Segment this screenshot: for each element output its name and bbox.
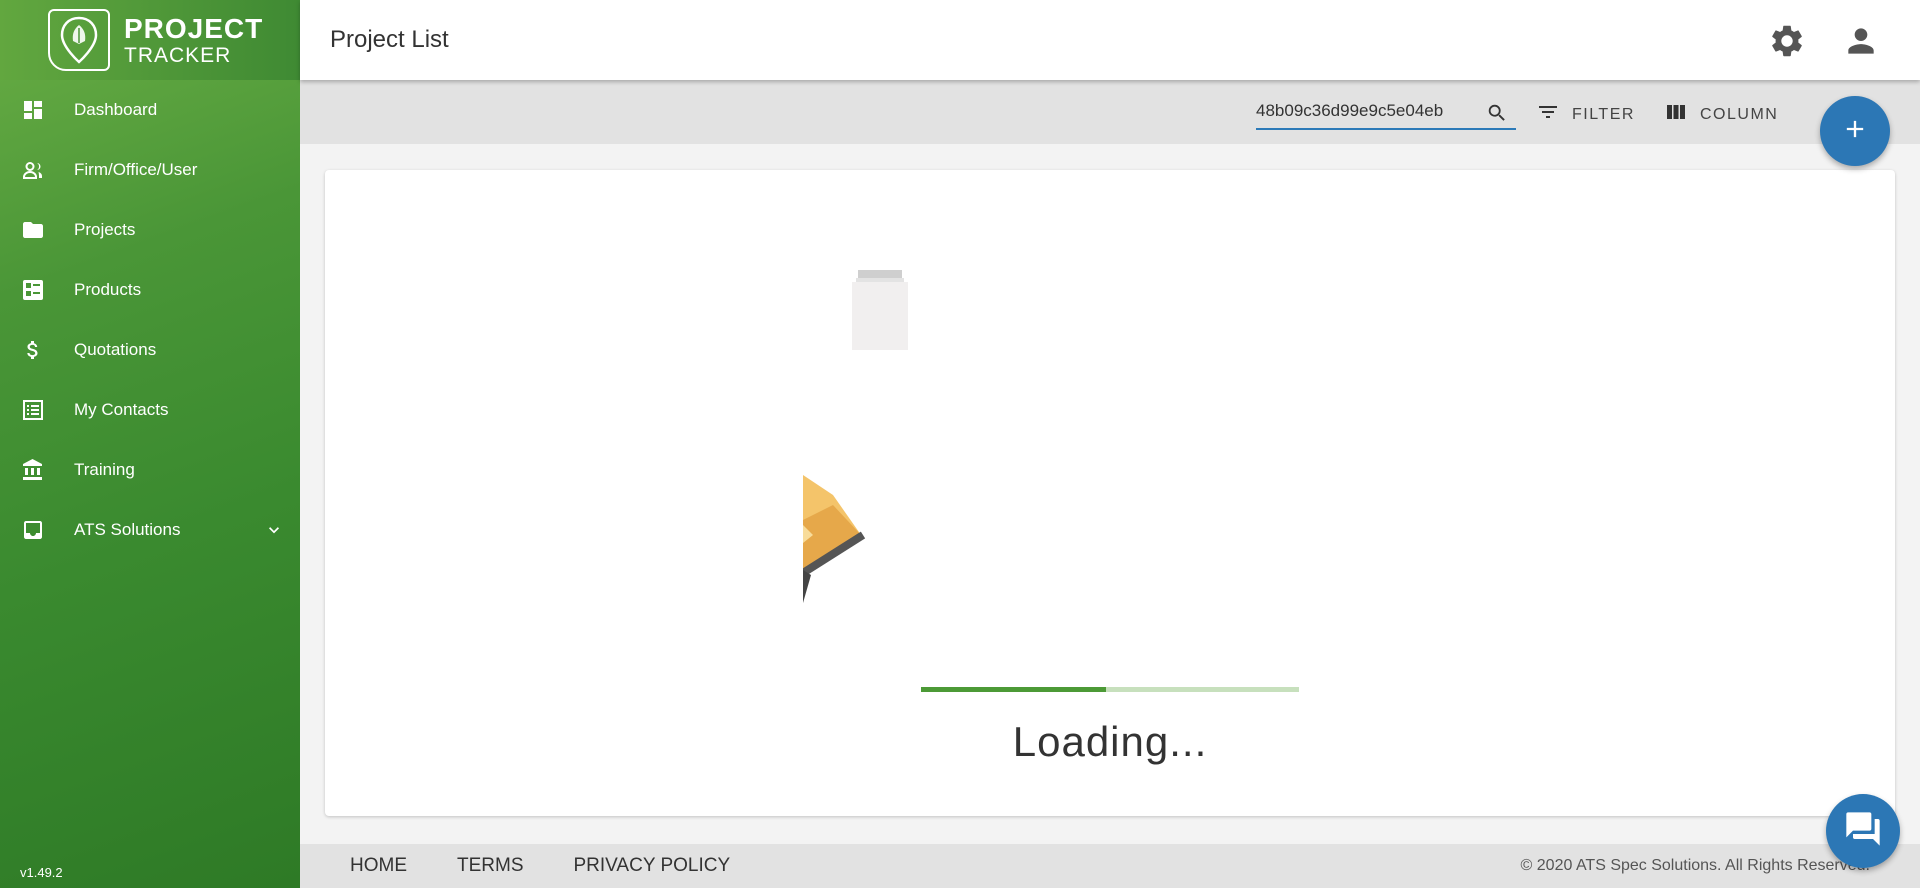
view-column-icon (1664, 100, 1688, 129)
add-project-button[interactable] (1820, 96, 1890, 166)
plus-icon (1841, 115, 1869, 148)
loading-text: Loading... (1012, 718, 1208, 765)
sidebar-item-my-contacts[interactable]: My Contacts (0, 380, 300, 440)
footer-link-home[interactable]: HOME (350, 855, 407, 877)
content-card: Loading... (325, 170, 1895, 816)
filter-button[interactable]: FILTER (1536, 100, 1635, 129)
sidebar: PROJECT TRACKER Dashboard Firm/Office/Us… (0, 0, 300, 888)
pencil-illustration-icon (800, 475, 893, 610)
filter-icon (1536, 100, 1560, 129)
sidebar-item-dashboard[interactable]: Dashboard (0, 80, 300, 140)
app-version: v1.49.2 (20, 865, 63, 880)
column-button[interactable]: COLUMN (1664, 100, 1778, 129)
search-field (1256, 94, 1516, 130)
progress-fill (921, 687, 1107, 692)
dashboard-icon (20, 97, 46, 123)
sidebar-item-projects[interactable]: Projects (0, 200, 300, 260)
list-toolbar: FILTER COLUMN (300, 80, 1920, 144)
sidebar-nav: Dashboard Firm/Office/User Projects Prod… (0, 80, 300, 560)
sidebar-item-label: Quotations (74, 340, 157, 359)
sidebar-item-label: Products (74, 280, 142, 299)
column-label: COLUMN (1700, 105, 1779, 123)
chat-button[interactable] (1826, 794, 1900, 868)
jar-illustration-icon (852, 270, 910, 355)
search-input[interactable] (1256, 101, 1480, 121)
sidebar-item-label: Projects (74, 220, 136, 239)
chevron-down-icon[interactable] (264, 520, 284, 545)
person-icon[interactable] (1842, 22, 1880, 65)
sidebar-item-label: Firm/Office/User (74, 160, 198, 179)
sidebar-item-firm-office-user[interactable]: Firm/Office/User (0, 140, 300, 200)
chat-icon (1843, 809, 1883, 854)
people-icon (20, 157, 46, 183)
checklist-icon (20, 277, 46, 303)
list-icon (20, 397, 46, 423)
gear-icon[interactable] (1768, 22, 1806, 65)
footer-link-terms[interactable]: TERMS (457, 855, 524, 877)
sidebar-item-ats-solutions[interactable]: ATS Solutions (0, 500, 300, 560)
inbox-icon (20, 517, 46, 543)
logo-title: PROJECT (124, 12, 264, 44)
sidebar-item-label: Training (74, 460, 135, 479)
sidebar-item-label: ATS Solutions (74, 520, 181, 539)
footer-link-privacy-policy[interactable]: PRIVACY POLICY (574, 855, 731, 877)
sidebar-item-label: Dashboard (74, 100, 158, 119)
logo-subtitle: TRACKER (124, 43, 232, 67)
sidebar-item-quotations[interactable]: Quotations (0, 320, 300, 380)
folder-icon (20, 217, 46, 243)
sidebar-item-training[interactable]: Training (0, 440, 300, 500)
dollar-icon (20, 337, 46, 363)
logo-mark-icon (48, 9, 110, 71)
footer: HOME TERMS PRIVACY POLICY © 2020 ATS Spe… (300, 844, 1920, 888)
copyright-text: © 2020 ATS Spec Solutions. All Rights Re… (1520, 857, 1870, 874)
search-icon[interactable] (1486, 102, 1508, 129)
filter-label: FILTER (1572, 105, 1635, 123)
loading-progress-bar (921, 687, 1299, 692)
app-logo[interactable]: PROJECT TRACKER (0, 0, 300, 80)
page-title: Project List (330, 26, 449, 53)
sidebar-item-label: My Contacts (74, 400, 169, 419)
top-app-bar: Project List (300, 0, 1920, 80)
bank-icon (20, 457, 46, 483)
sidebar-item-products[interactable]: Products (0, 260, 300, 320)
